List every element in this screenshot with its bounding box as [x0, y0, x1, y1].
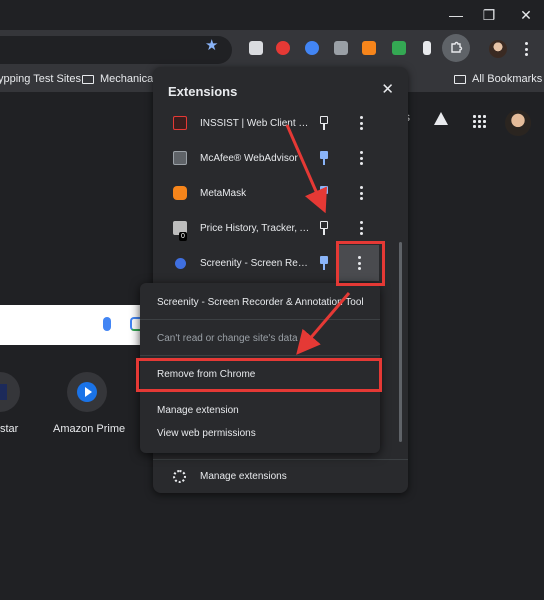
pin-icon[interactable]: [319, 116, 329, 130]
mcafee-icon: [173, 151, 187, 165]
extension-name: Screenity - Screen Reco...: [200, 257, 310, 269]
all-bookmarks-button[interactable]: All Bookmarks: [454, 73, 542, 85]
bookmark-label: ypping Test Sites: [0, 73, 81, 85]
menu-item-extension-name[interactable]: Screenity - Screen Recorder & Annotation…: [157, 297, 364, 308]
address-bar[interactable]: [0, 36, 232, 64]
gear-icon: [173, 470, 186, 483]
extension-icon-3[interactable]: [305, 41, 319, 55]
kebab-icon[interactable]: [521, 39, 531, 59]
menu-item-manage-extension[interactable]: Manage extension: [157, 405, 239, 416]
menu-item-view-web-permissions[interactable]: View web permissions: [157, 428, 256, 439]
extension-icon-1[interactable]: [249, 41, 263, 55]
minimize-icon[interactable]: —: [445, 4, 467, 26]
extension-icon-6[interactable]: [392, 41, 406, 55]
folder-icon: [454, 74, 466, 84]
labs-icon[interactable]: [434, 112, 448, 125]
shortcut-label: Amazon Prime: [53, 423, 126, 435]
screenity-icon: [175, 257, 186, 269]
extension-icon-7[interactable]: [423, 41, 431, 55]
panel-scrollbar[interactable]: [399, 242, 402, 442]
menu-divider: [140, 319, 380, 320]
puzzle-icon[interactable]: [442, 34, 470, 62]
extension-row-price-history[interactable]: 0 Price History, Tracker, A...: [153, 211, 393, 245]
extension-menu-icon[interactable]: [356, 150, 366, 166]
pin-icon[interactable]: [319, 221, 329, 235]
extension-name: INSSIST | Web Client for...: [200, 117, 310, 129]
shortcut-tile-star[interactable]: [0, 372, 20, 412]
extension-row-metamask[interactable]: MetaMask: [153, 176, 393, 210]
bookmark-item[interactable]: ypping Test Sites: [0, 73, 81, 85]
star-icon[interactable]: ★: [205, 36, 218, 54]
menu-item-site-access: Can't read or change site's data: [157, 333, 298, 344]
manage-extensions-button[interactable]: Manage extensions: [153, 459, 408, 493]
browser-toolbar: ★: [0, 30, 544, 68]
extension-menu-icon[interactable]: [356, 220, 366, 236]
apps-grid-icon[interactable]: [472, 114, 486, 128]
microphone-icon[interactable]: [103, 317, 111, 331]
shortcut-label: star: [0, 423, 19, 435]
avatar[interactable]: [505, 110, 531, 136]
extension-badge: 0: [179, 232, 187, 241]
extension-menu-icon[interactable]: [356, 185, 366, 201]
menu-divider: [140, 355, 380, 356]
extensions-panel-title: Extensions: [168, 84, 238, 99]
extension-name: McAfee® WebAdvisor: [200, 152, 298, 164]
extension-row-mcafee[interactable]: McAfee® WebAdvisor: [153, 141, 393, 175]
play-icon: [77, 382, 97, 402]
extension-name: Price History, Tracker, A...: [200, 222, 310, 234]
extension-menu-icon[interactable]: [356, 115, 366, 131]
title-bar: — ❐ ✕: [0, 0, 544, 30]
extension-icon-2[interactable]: [276, 41, 290, 55]
manage-extensions-label: Manage extensions: [200, 471, 287, 482]
close-icon[interactable]: ✕: [515, 4, 537, 26]
pin-icon[interactable]: [319, 151, 329, 165]
inssist-icon: [173, 116, 187, 130]
pin-icon[interactable]: [319, 186, 329, 200]
folder-icon: [82, 74, 94, 84]
metamask-icon: [173, 186, 187, 200]
shortcut-tile-amazon-prime[interactable]: [67, 372, 107, 412]
pin-icon[interactable]: [319, 256, 329, 270]
highlight-box-menu-button: [336, 241, 385, 286]
bookmark-label: Mechanical: [100, 73, 156, 85]
restore-icon[interactable]: ❐: [478, 4, 500, 26]
extension-row-inssist[interactable]: INSSIST | Web Client for...: [153, 106, 393, 140]
shortcut-favicon: [0, 384, 7, 400]
extension-icon-4[interactable]: [334, 41, 348, 55]
all-bookmarks-label: All Bookmarks: [472, 73, 543, 85]
profile-avatar[interactable]: [489, 40, 507, 58]
extension-name: MetaMask: [200, 187, 247, 199]
highlight-box-remove: [136, 358, 382, 392]
bookmark-folder-mechanical[interactable]: Mechanical: [82, 73, 156, 85]
metamask-icon[interactable]: [362, 41, 376, 55]
close-icon[interactable]: ✕: [381, 80, 394, 98]
